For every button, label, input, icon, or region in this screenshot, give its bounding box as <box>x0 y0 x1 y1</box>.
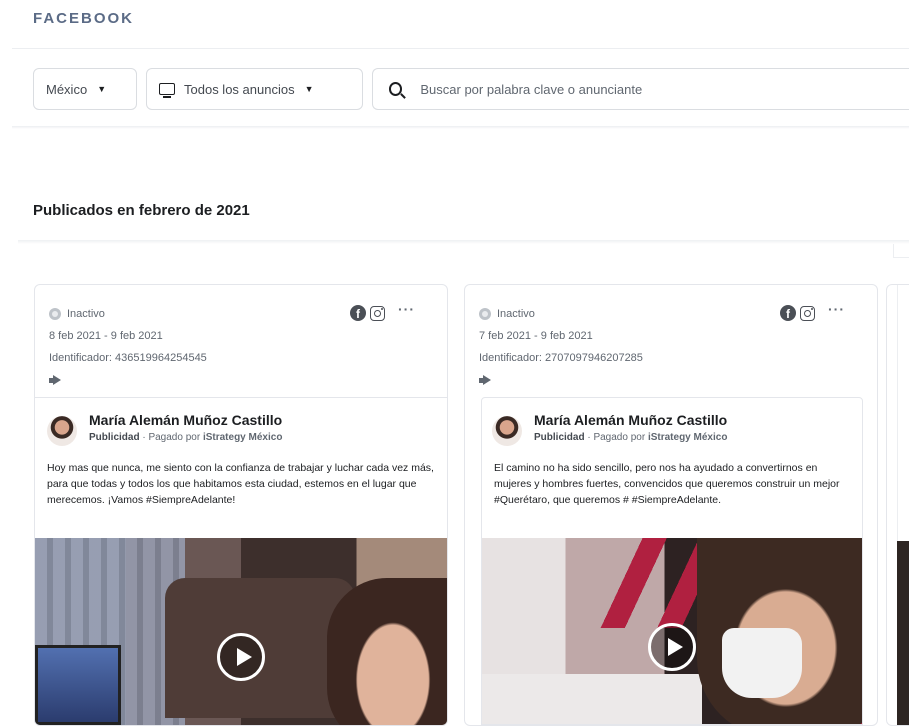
search-icon <box>389 82 403 96</box>
play-icon[interactable] <box>217 633 265 681</box>
ad-meta: Inactivo 7 feb 2021 - 9 feb 2021 Identif… <box>479 303 643 393</box>
ad-dates: 7 feb 2021 - 9 feb 2021 <box>479 330 593 342</box>
ad-identifier: Identificador: 2707097946207285 <box>479 352 643 364</box>
ad-type-dropdown[interactable]: Todos los anuncios ▼ <box>146 68 363 110</box>
section-divider <box>18 240 909 244</box>
filter-bar: México ▼ Todos los anuncios ▼ <box>33 68 909 110</box>
brand-logo: FACEBOOK <box>33 10 135 27</box>
facebook-icon: f <box>780 305 796 321</box>
ad-video[interactable] <box>482 538 862 724</box>
section-title: Publicados en febrero de 2021 <box>33 202 250 219</box>
instagram-icon <box>800 305 815 321</box>
sponsor-name: iStrategy México <box>202 432 283 443</box>
instagram-icon <box>370 305 385 321</box>
search-box[interactable] <box>372 68 909 110</box>
paid-by-prefix: · Pagado por <box>142 432 201 443</box>
caret-down-icon: ▼ <box>97 84 107 94</box>
ad-dates: 8 feb 2021 - 9 feb 2021 <box>49 330 163 342</box>
paid-by-prefix: · Pagado por <box>587 432 646 443</box>
ad-byline: Publicidad · Pagado por iStrategy México <box>89 432 282 443</box>
country-label: México <box>46 81 88 97</box>
more-options-button[interactable]: ··· <box>828 301 845 317</box>
platform-icons: f <box>780 305 815 321</box>
ad-card: Inactivo 7 feb 2021 - 9 feb 2021 Identif… <box>464 284 878 726</box>
megaphone-icon <box>49 375 61 385</box>
ad-byline: Publicidad · Pagado por iStrategy México <box>534 432 727 443</box>
filter-divider <box>12 126 909 129</box>
megaphone-icon <box>479 375 491 385</box>
ad-card-partial <box>886 284 909 726</box>
sponsor-name: iStrategy México <box>647 432 728 443</box>
advertiser-name[interactable]: María Alemán Muñoz Castillo <box>89 412 282 428</box>
ad-video[interactable] <box>35 538 447 725</box>
ad-label: Publicidad <box>534 432 585 443</box>
video-frame-mask <box>722 628 802 698</box>
ad-card: Inactivo 8 feb 2021 - 9 feb 2021 Identif… <box>34 284 448 726</box>
ad-body-text: El camino no ha sido sencillo, pero nos … <box>494 462 840 506</box>
advertiser-name[interactable]: María Alemán Muñoz Castillo <box>534 412 727 428</box>
ad-status: Inactivo <box>49 303 207 325</box>
more-options-button[interactable]: ··· <box>398 301 415 317</box>
ad-label: Publicidad <box>89 432 140 443</box>
play-icon[interactable] <box>648 623 696 671</box>
video-frame-person <box>327 578 447 725</box>
advertiser-header: María Alemán Muñoz Castillo Publicidad ·… <box>47 412 282 446</box>
status-label: Inactivo <box>67 308 105 320</box>
facebook-icon: f <box>350 305 366 321</box>
ad-body-text: Hoy mas que nunca, me siento con la conf… <box>47 462 434 506</box>
ad-preview: María Alemán Muñoz Castillo Publicidad ·… <box>481 397 863 725</box>
status-circle-icon <box>49 308 61 320</box>
status-circle-icon <box>479 308 491 320</box>
caret-down-icon: ▼ <box>304 84 314 94</box>
country-dropdown[interactable]: México ▼ <box>33 68 137 110</box>
ad-identifier: Identificador: 436519964254545 <box>49 352 207 364</box>
status-label: Inactivo <box>497 308 535 320</box>
video-frame-desk <box>482 674 702 724</box>
video-frame-laptop <box>35 645 121 725</box>
advertiser-header: María Alemán Muñoz Castillo Publicidad ·… <box>492 412 727 446</box>
ad-status: Inactivo <box>479 303 643 325</box>
monitor-icon <box>159 83 175 98</box>
avatar[interactable] <box>47 416 77 446</box>
ad-preview: María Alemán Muñoz Castillo Publicidad ·… <box>35 397 447 725</box>
next-section-stub <box>893 244 909 258</box>
ad-video-partial[interactable] <box>897 541 909 725</box>
search-input[interactable] <box>420 81 897 97</box>
platform-icons: f <box>350 305 385 321</box>
header-divider <box>12 48 909 49</box>
ad-meta: Inactivo 8 feb 2021 - 9 feb 2021 Identif… <box>49 303 207 393</box>
ad-type-label: Todos los anuncios <box>184 81 295 97</box>
avatar[interactable] <box>492 416 522 446</box>
